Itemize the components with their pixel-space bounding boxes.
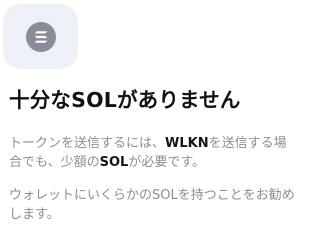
hint-text: ウォレットにいくらかのSOLを持つことをお勧めします。: [9, 188, 295, 222]
description-text: トークンを送信するには、WLKNを送信する場合でも、少額のSOLが必要です。: [9, 134, 299, 172]
description-part-3: が必要です。: [128, 155, 206, 170]
description-part-1: トークンを送信するには、: [9, 136, 166, 151]
page-title: 十分なSOLがありません: [9, 88, 241, 112]
solana-icon: [25, 21, 56, 52]
solana-icon-container: [3, 4, 78, 69]
currency-name: SOL: [99, 155, 129, 170]
token-name: WLKN: [165, 136, 209, 151]
